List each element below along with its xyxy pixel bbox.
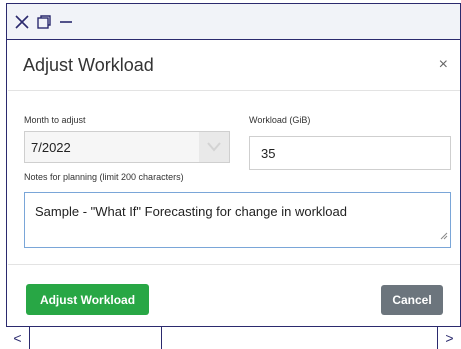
chevron-down-icon[interactable]: [199, 132, 229, 162]
adjust-workload-modal: Adjust Workload × Month to adjust 7/2022…: [8, 41, 460, 328]
notes-label: Notes for planning (limit 200 characters…: [24, 172, 184, 182]
workload-label: Workload (GiB): [249, 115, 311, 125]
resize-handle-icon[interactable]: [439, 227, 448, 245]
month-select-value: 7/2022: [31, 139, 71, 155]
month-label: Month to adjust: [24, 115, 86, 125]
scroll-left-icon: <: [13, 330, 22, 346]
scroll-left-button[interactable]: <: [6, 327, 30, 349]
window-titlebar: [7, 4, 460, 40]
month-select[interactable]: 7/2022: [24, 131, 230, 163]
close-icon[interactable]: [12, 12, 32, 32]
cancel-button[interactable]: Cancel: [381, 285, 443, 315]
scrollbar-thumb[interactable]: [30, 327, 162, 349]
notes-textarea-value: Sample - "What If" Forecasting for chang…: [35, 204, 347, 219]
modal-close-icon[interactable]: ×: [439, 56, 448, 74]
scroll-right-button[interactable]: >: [437, 327, 461, 349]
workload-input[interactable]: 35: [249, 136, 451, 170]
minimize-icon[interactable]: [56, 12, 76, 32]
adjust-workload-button[interactable]: Adjust Workload: [26, 284, 149, 315]
restore-icon[interactable]: [34, 12, 54, 32]
horizontal-scrollbar[interactable]: < >: [6, 326, 461, 349]
notes-textarea[interactable]: Sample - "What If" Forecasting for chang…: [24, 192, 451, 248]
modal-header: Adjust Workload ×: [8, 41, 460, 91]
footer-divider: [8, 264, 460, 265]
modal-title: Adjust Workload: [23, 55, 154, 75]
window-frame: Adjust Workload × Month to adjust 7/2022…: [6, 3, 461, 349]
workload-input-value: 35: [261, 145, 276, 161]
scroll-right-icon: >: [445, 330, 454, 346]
